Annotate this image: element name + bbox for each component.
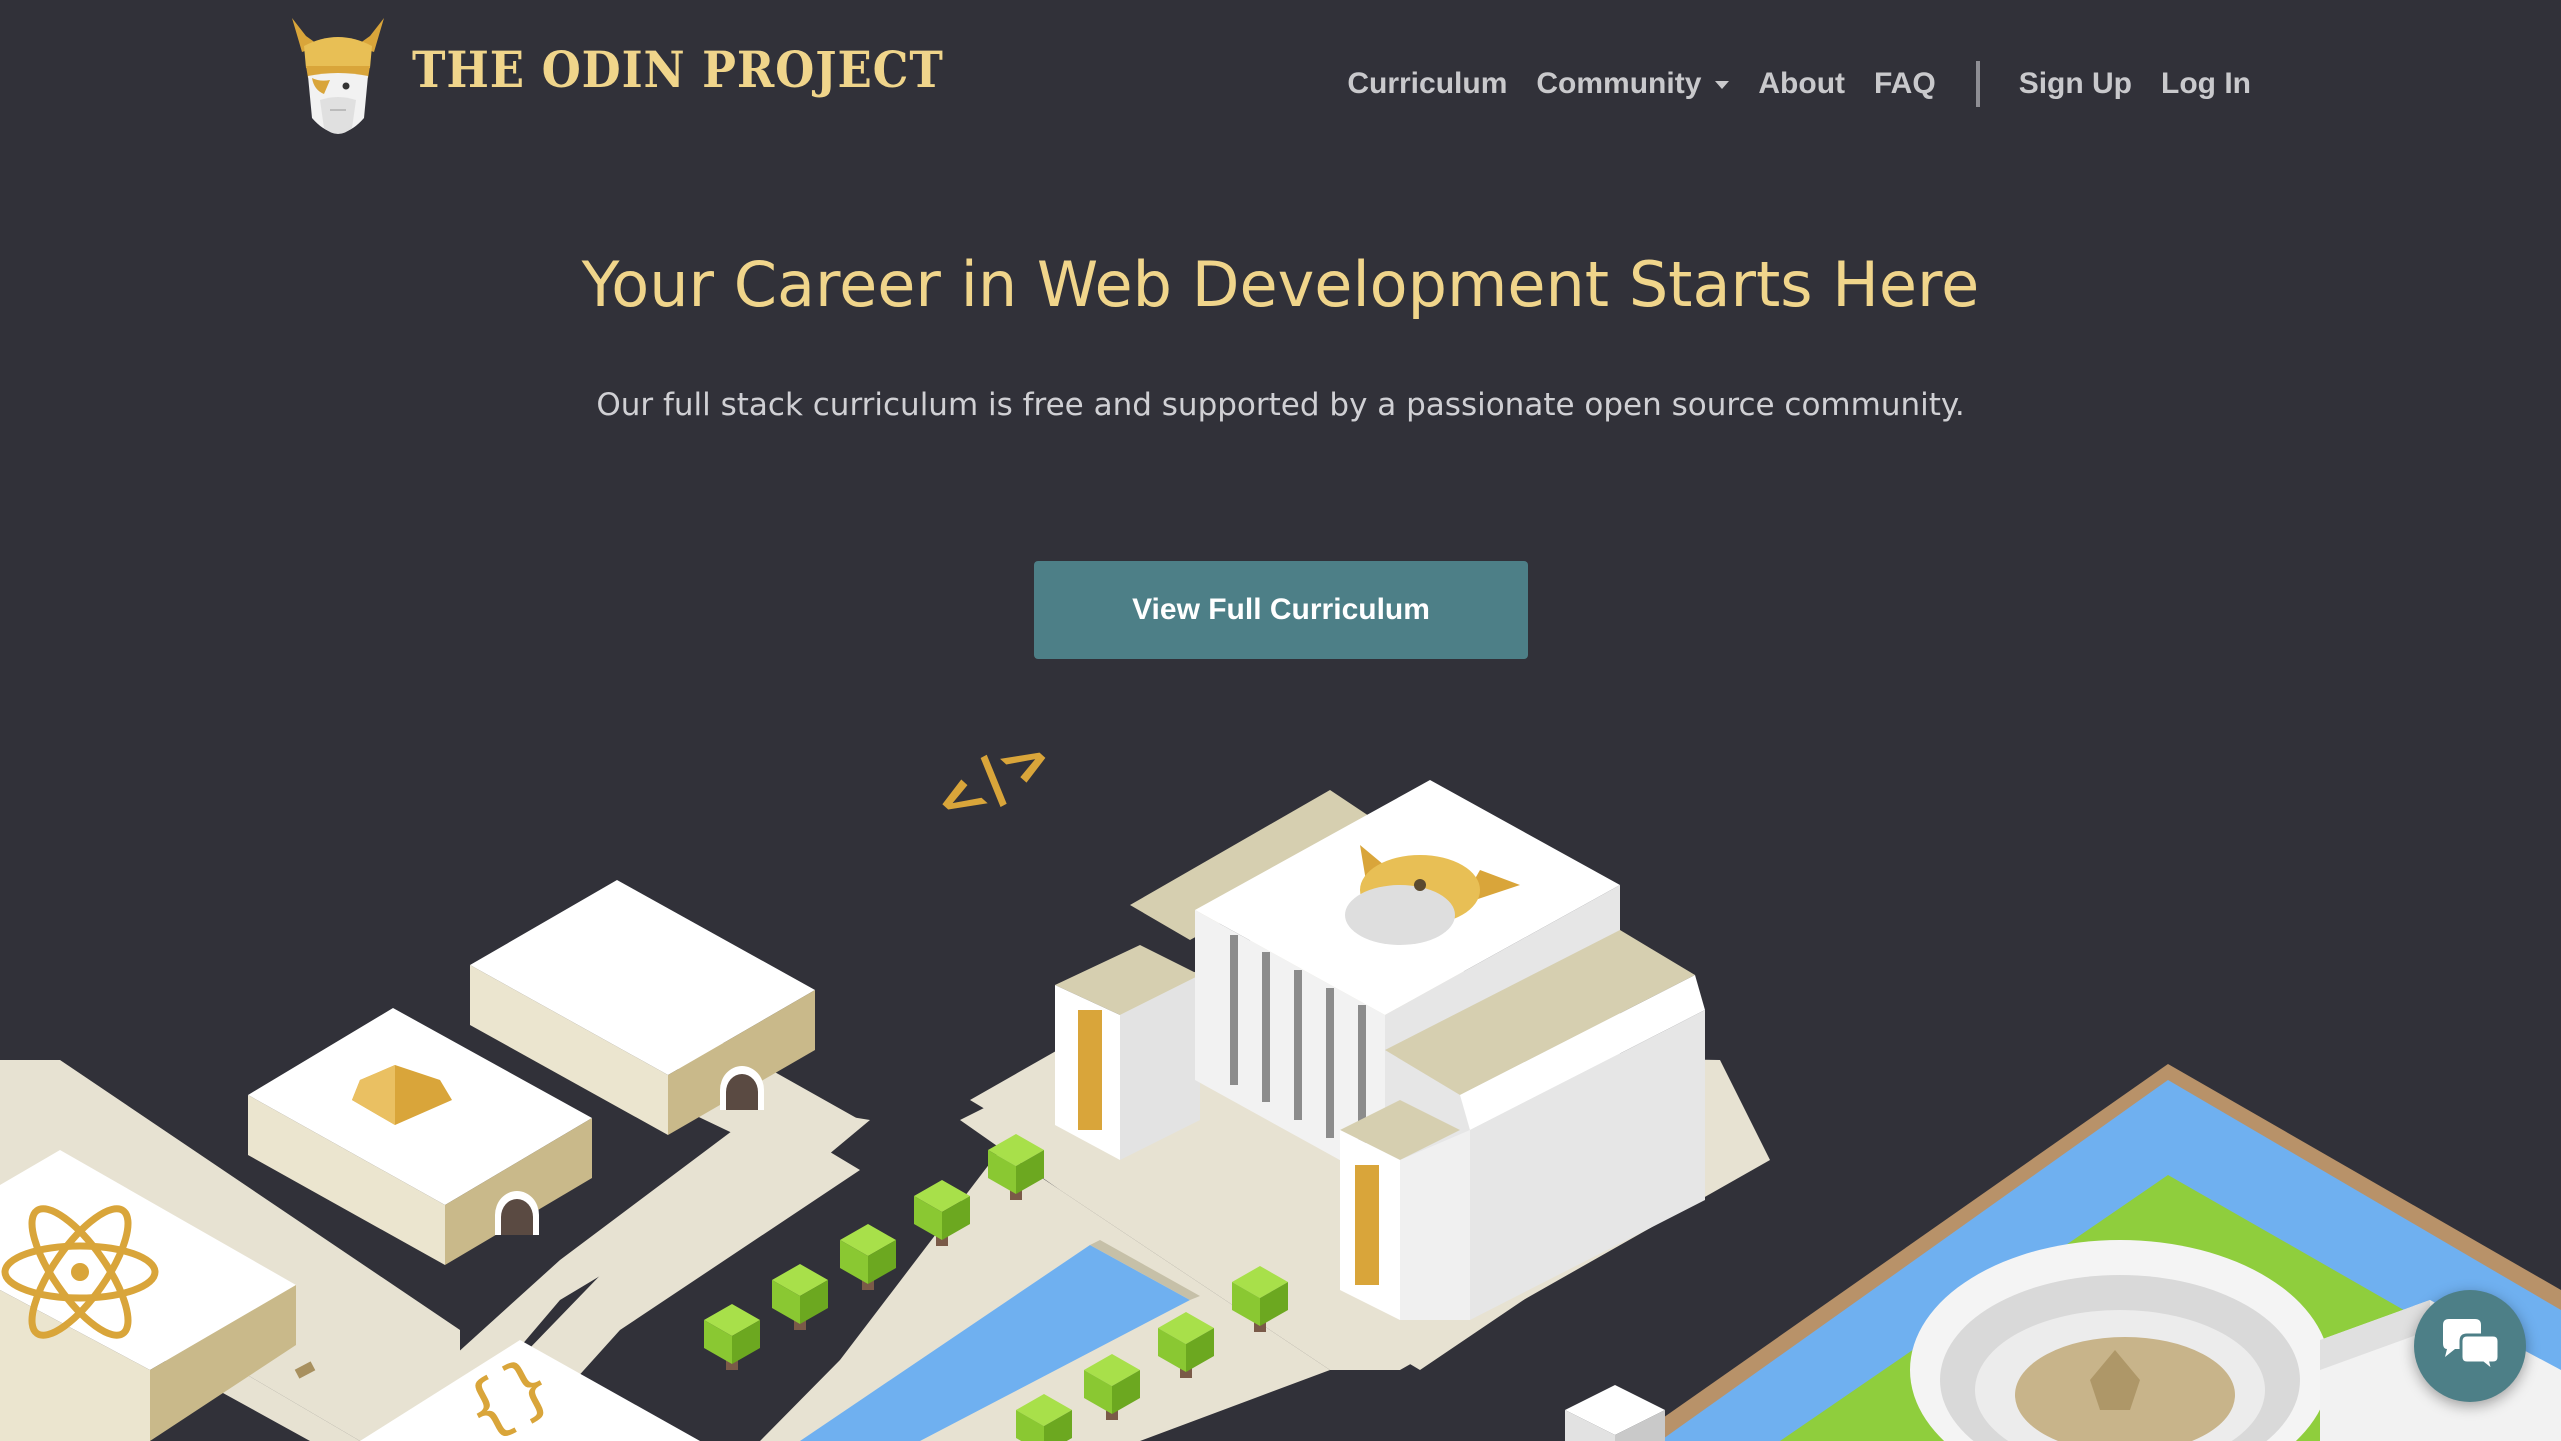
nav-curriculum[interactable]: Curriculum <box>1347 67 1507 101</box>
view-full-curriculum-button[interactable]: View Full Curriculum <box>1034 561 1528 659</box>
page: </> {} THE ODIN PROJECT Curriculum Commu… <box>0 0 2561 1441</box>
caret-down-icon <box>1715 81 1730 89</box>
logo-text: THE ODIN PROJECT <box>412 39 944 99</box>
chat-widget-button[interactable] <box>2414 1290 2526 1402</box>
nav-sign-up[interactable]: Sign Up <box>2019 67 2132 101</box>
hero-title: Your Career in Web Development Starts He… <box>581 248 1980 321</box>
logo-link[interactable]: THE ODIN PROJECT <box>290 18 1003 144</box>
nav-community-label: Community <box>1536 67 1702 100</box>
odin-viking-head-icon <box>292 18 384 134</box>
chat-bubbles-icon <box>2443 1319 2501 1373</box>
nav-community-dropdown[interactable]: Community <box>1536 67 1730 101</box>
isometric-campus-illustration: </> {} <box>0 726 2561 1441</box>
main-nav: Curriculum Community About FAQ Sign Up L… <box>1347 58 2251 110</box>
nav-divider <box>1975 61 1980 107</box>
nav-log-in[interactable]: Log In <box>2161 67 2251 101</box>
nav-faq[interactable]: FAQ <box>1874 67 1936 101</box>
nav-about[interactable]: About <box>1758 67 1845 101</box>
svg-text:{}: {} <box>449 1339 566 1441</box>
hero-subtitle: Our full stack curriculum is free and su… <box>596 387 1965 423</box>
svg-text:</>: </> <box>912 726 1073 833</box>
